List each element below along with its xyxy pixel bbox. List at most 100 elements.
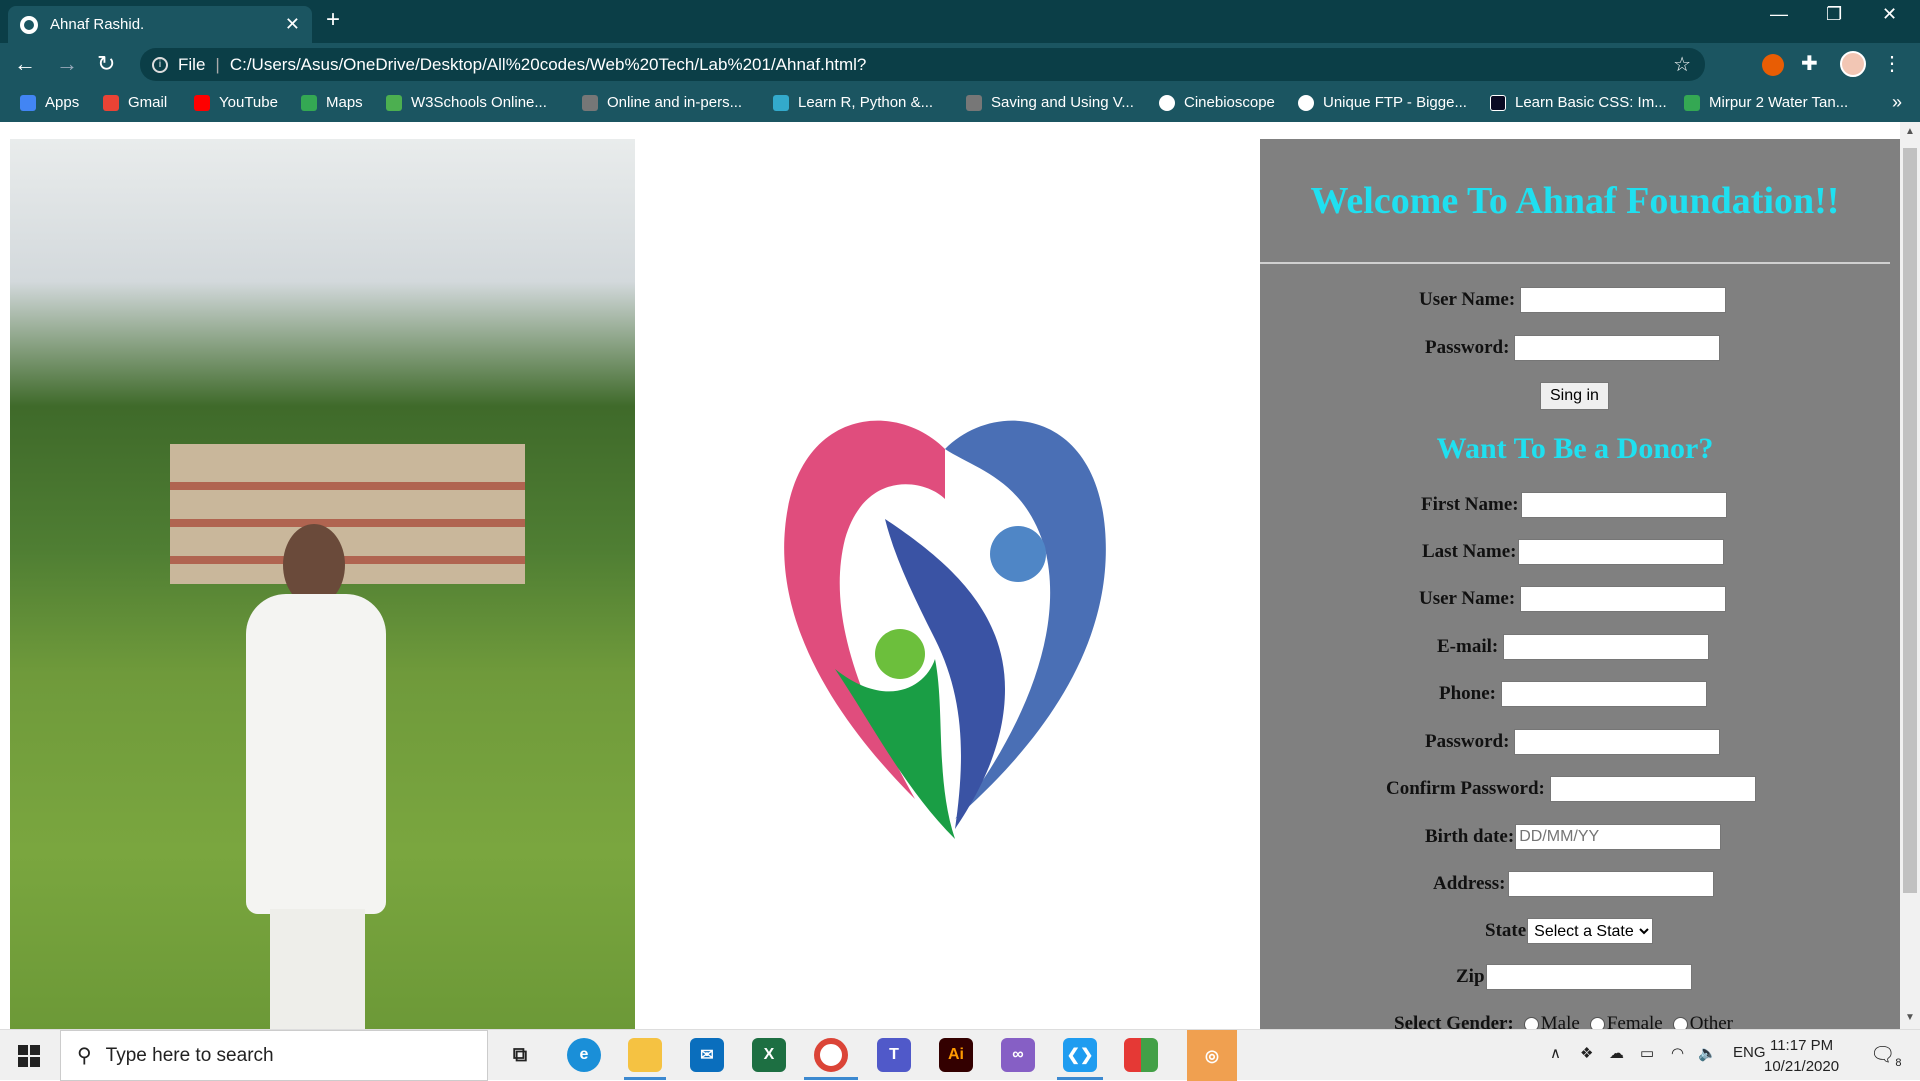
restore-icon[interactable]: ❐ bbox=[1826, 4, 1842, 25]
bookmark-saving[interactable]: Saving and Using V... bbox=[966, 94, 1134, 111]
first-name-input[interactable] bbox=[1520, 492, 1727, 518]
person-image bbox=[228, 524, 408, 1029]
bookmark-label: Mirpur 2 Water Tan... bbox=[1709, 94, 1849, 111]
close-tab-icon[interactable]: ✕ bbox=[285, 14, 300, 35]
bookmark-datacamp[interactable]: Learn R, Python &... bbox=[773, 94, 933, 111]
email-input[interactable] bbox=[1503, 634, 1710, 660]
zip-input[interactable] bbox=[1485, 964, 1692, 990]
excel-icon[interactable]: X bbox=[752, 1038, 786, 1072]
state-select[interactable]: Select a State bbox=[1527, 918, 1654, 944]
vscode-icon[interactable]: ❮❯ bbox=[1063, 1038, 1097, 1072]
address-label: Address: bbox=[1433, 873, 1506, 894]
scroll-up-icon[interactable]: ▲ bbox=[1905, 126, 1915, 137]
extension-fox-icon[interactable] bbox=[1762, 54, 1784, 76]
tab-title: Ahnaf Rashid. bbox=[50, 16, 145, 33]
extensions-puzzle-icon[interactable]: ✚ bbox=[1801, 51, 1823, 75]
bookmark-freecodecamp[interactable]: Learn Basic CSS: Im... bbox=[1490, 94, 1667, 111]
onedrive-icon[interactable]: ☁ bbox=[1609, 1044, 1624, 1062]
freecodecamp-icon bbox=[1490, 94, 1506, 111]
bookmark-mirpur[interactable]: Mirpur 2 Water Tan... bbox=[1684, 94, 1848, 111]
edge-icon[interactable]: e bbox=[567, 1038, 601, 1072]
bookmark-label: Learn R, Python &... bbox=[798, 94, 934, 111]
donor-username-input[interactable] bbox=[1520, 586, 1727, 612]
bookmark-online[interactable]: Online and in-pers... bbox=[582, 94, 742, 111]
bookmark-gmail[interactable]: Gmail bbox=[103, 94, 167, 111]
mail-icon[interactable]: ✉ bbox=[690, 1038, 724, 1072]
gmail-icon bbox=[103, 94, 119, 111]
visual-studio-icon[interactable]: ∞ bbox=[1001, 1038, 1035, 1072]
bookmark-apps[interactable]: Apps bbox=[20, 94, 79, 111]
browser-titlebar: Ahnaf Rashid. ✕ + — ❐ ✕ bbox=[0, 0, 1920, 43]
first-name-label: First Name: bbox=[1421, 494, 1519, 515]
web-icon bbox=[582, 94, 598, 111]
apps-grid-icon bbox=[20, 94, 36, 111]
battery-icon[interactable]: ▭ bbox=[1640, 1044, 1654, 1062]
volume-icon[interactable]: 🔈 bbox=[1698, 1044, 1717, 1062]
forward-icon[interactable]: → bbox=[56, 51, 78, 77]
windows-taskbar: ⚲ Type here to search ⧉ e ✉ X T Ai ∞ ❮❯ … bbox=[0, 1029, 1920, 1081]
clock-date: 10/21/2020 bbox=[1764, 1058, 1840, 1075]
language-indicator[interactable]: ENG bbox=[1733, 1044, 1766, 1061]
profile-avatar[interactable] bbox=[1840, 51, 1866, 77]
info-icon[interactable]: i bbox=[152, 56, 168, 73]
bookmark-youtube[interactable]: YouTube bbox=[194, 94, 278, 111]
heart-logo-icon bbox=[784, 420, 1106, 839]
address-input[interactable] bbox=[1507, 871, 1714, 897]
bookmark-label: Gmail bbox=[128, 94, 168, 111]
chrome-icon[interactable] bbox=[814, 1038, 848, 1072]
bookmark-cinebioscope[interactable]: Cinebioscope bbox=[1159, 94, 1275, 111]
login-password-input[interactable] bbox=[1514, 335, 1721, 361]
page-scrollbar[interactable]: ▲ ▼ bbox=[1900, 122, 1920, 1029]
snipping-tool-icon[interactable]: ◎ bbox=[1187, 1030, 1237, 1081]
confirm-password-input[interactable] bbox=[1549, 776, 1756, 802]
illustrator-icon[interactable]: Ai bbox=[939, 1038, 973, 1072]
minimize-icon[interactable]: — bbox=[1770, 4, 1788, 25]
address-bar[interactable]: i File | C:/Users/Asus/OneDrive/Desktop/… bbox=[140, 48, 1705, 81]
scroll-thumb[interactable] bbox=[1903, 148, 1917, 893]
bookmark-star-icon[interactable]: ☆ bbox=[1673, 52, 1691, 77]
clock-time: 11:17 PM bbox=[1769, 1037, 1834, 1054]
birth-date-input[interactable] bbox=[1515, 824, 1722, 850]
search-placeholder: Type here to search bbox=[105, 1044, 274, 1066]
browser-tab[interactable]: Ahnaf Rashid. ✕ bbox=[8, 6, 312, 43]
url-text[interactable]: C:/Users/Asus/OneDrive/Desktop/All%20cod… bbox=[230, 55, 867, 75]
task-view-icon[interactable]: ⧉ bbox=[503, 1038, 537, 1072]
scroll-down-icon[interactable]: ▼ bbox=[1905, 1012, 1915, 1023]
more-bookmarks-icon[interactable]: » bbox=[1892, 92, 1902, 113]
phone-row: Phone: bbox=[1439, 681, 1707, 707]
bookmark-uniqueftp[interactable]: Unique FTP - Bigge... bbox=[1298, 94, 1467, 111]
phone-label: Phone: bbox=[1439, 683, 1496, 704]
new-tab-button[interactable]: + bbox=[326, 6, 340, 34]
taskbar-search-box[interactable]: ⚲ Type here to search bbox=[60, 1030, 488, 1081]
birth-date-row: Birth date: bbox=[1425, 824, 1722, 850]
last-name-input[interactable] bbox=[1518, 539, 1725, 565]
maps-icon bbox=[1684, 94, 1700, 111]
globe-icon bbox=[1298, 94, 1314, 111]
taskbar-clock[interactable]: 11:17 PM 10/21/2020 bbox=[1764, 1035, 1839, 1077]
show-hidden-icons[interactable]: ∧ bbox=[1550, 1044, 1561, 1062]
back-icon[interactable]: ← bbox=[14, 51, 36, 77]
page-viewport: < Welcome To Ahnaf Foundation!! User Nam… bbox=[0, 122, 1920, 1034]
login-username-input[interactable] bbox=[1520, 287, 1727, 313]
globe-icon bbox=[20, 15, 38, 34]
browser-toolbar: ← → ↻ i File | C:/Users/Asus/OneDrive/De… bbox=[0, 43, 1920, 86]
notification-icon[interactable]: 🗨8 bbox=[1870, 1042, 1902, 1069]
teams-icon[interactable]: T bbox=[877, 1038, 911, 1072]
close-window-icon[interactable]: ✕ bbox=[1882, 4, 1897, 25]
winrar-icon[interactable] bbox=[1124, 1038, 1158, 1072]
donor-password-input[interactable] bbox=[1514, 729, 1721, 755]
bookmark-label: Saving and Using V... bbox=[991, 94, 1134, 111]
browser-menu-icon[interactable]: ⋮ bbox=[1882, 51, 1902, 76]
windows-start-icon[interactable] bbox=[18, 1045, 40, 1067]
dropbox-icon[interactable]: ❖ bbox=[1580, 1044, 1593, 1062]
divider bbox=[1260, 262, 1890, 264]
phone-input[interactable] bbox=[1501, 681, 1707, 707]
bookmark-w3schools[interactable]: W3Schools Online... bbox=[386, 94, 547, 111]
reload-icon[interactable]: ↻ bbox=[97, 51, 115, 77]
file-explorer-icon[interactable] bbox=[628, 1038, 662, 1072]
username-label: User Name: bbox=[1419, 289, 1516, 310]
signin-button[interactable]: Sing in bbox=[1540, 382, 1609, 410]
bookmark-maps[interactable]: Maps bbox=[301, 94, 363, 111]
donor-username-label: User Name: bbox=[1419, 588, 1516, 609]
wifi-icon[interactable]: ◠ bbox=[1671, 1044, 1684, 1062]
